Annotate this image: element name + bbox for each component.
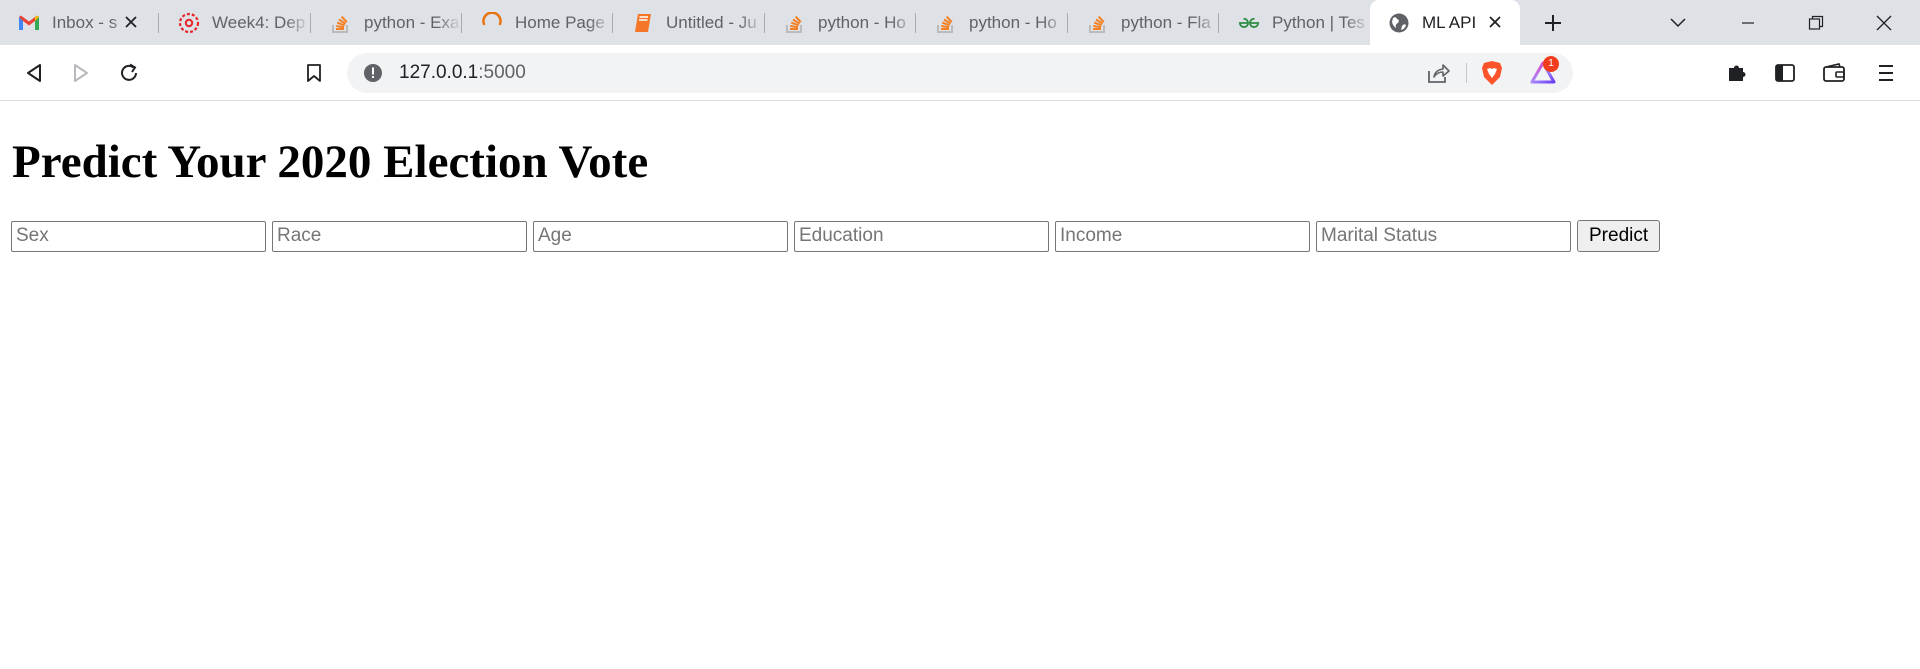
income-input[interactable] <box>1055 220 1310 252</box>
tab-stackoverflow-2[interactable]: python - Ho <box>766 0 916 45</box>
gmail-icon <box>18 12 40 34</box>
tab-title: python - Exa <box>364 12 460 32</box>
predict-button[interactable]: Predict <box>1577 220 1661 252</box>
tab-stackoverflow-1[interactable]: python - Exa <box>312 0 462 45</box>
url-text[interactable]: 127.0.0.1:5000 <box>399 53 526 93</box>
menu-icon[interactable] <box>1870 57 1902 89</box>
close-window-button[interactable] <box>1850 0 1918 45</box>
close-icon[interactable] <box>1484 11 1506 33</box>
new-tab-button[interactable] <box>1538 8 1568 38</box>
back-button[interactable] <box>18 57 50 89</box>
tab-separator <box>461 13 462 33</box>
forward-button[interactable] <box>65 57 97 89</box>
tab-stackoverflow-4[interactable]: python - Fla <box>1069 0 1219 45</box>
brave-rewards-icon[interactable]: 1 <box>1529 56 1559 87</box>
close-icon[interactable] <box>120 11 142 33</box>
globe-icon <box>1388 12 1410 34</box>
stackoverflow-icon <box>330 12 352 34</box>
url-host: 127.0.0.1 <box>399 62 479 83</box>
share-icon[interactable] <box>1424 59 1452 87</box>
browser-toolbar: 127.0.0.1:5000 1 <box>0 45 1920 101</box>
age-input[interactable] <box>533 220 788 252</box>
url-port: :5000 <box>478 62 526 83</box>
wallet-icon[interactable] <box>1818 57 1850 89</box>
tab-separator <box>915 13 916 33</box>
tab-stackoverflow-3[interactable]: python - Ho <box>917 0 1067 45</box>
tab-title: Python | Tes <box>1272 12 1365 32</box>
tab-geeksforgeeks[interactable]: Python | Tes <box>1220 0 1370 45</box>
tab-strip: Inbox - s Week4: Dep python - Exa Home P… <box>0 0 1920 45</box>
tab-separator <box>310 13 311 33</box>
bookmark-icon[interactable] <box>298 57 330 89</box>
tab-separator <box>612 13 613 33</box>
stackoverflow-icon <box>1087 12 1109 34</box>
prediction-form: Predict <box>11 220 1661 252</box>
reload-button[interactable] <box>113 57 145 89</box>
tab-week4[interactable]: Week4: Dep <box>160 0 310 45</box>
minimize-button[interactable] <box>1714 0 1782 45</box>
tab-separator <box>764 13 765 33</box>
tab-search-button[interactable] <box>1644 0 1712 45</box>
loading-spinner-icon <box>481 11 503 34</box>
restore-button[interactable] <box>1782 0 1850 45</box>
jupyter-book-icon <box>632 12 654 34</box>
sex-input[interactable] <box>11 220 266 252</box>
tab-title: python - Ho <box>969 12 1057 32</box>
brave-shields-icon[interactable] <box>1478 59 1506 87</box>
tab-ml-api[interactable]: ML API <box>1370 0 1520 45</box>
site-info-icon[interactable] <box>359 59 387 87</box>
tab-title: Inbox - s <box>52 12 118 32</box>
omnibox-divider <box>1466 63 1467 83</box>
stackoverflow-icon <box>784 12 806 34</box>
tab-title: ML API <box>1422 12 1477 32</box>
tab-title: Untitled - Ju <box>666 12 757 32</box>
marital-status-input[interactable] <box>1316 220 1571 252</box>
tab-separator <box>1067 13 1068 33</box>
education-input[interactable] <box>794 220 1049 252</box>
tab-title: Home Page <box>515 12 605 32</box>
tab-title: python - Fla <box>1121 12 1211 32</box>
tab-title: Week4: Dep <box>212 12 306 32</box>
rewards-badge: 1 <box>1543 56 1559 72</box>
canvas-icon <box>178 12 200 34</box>
geeksforgeeks-icon <box>1238 12 1260 34</box>
stackoverflow-icon <box>935 12 957 34</box>
tab-separator <box>1218 13 1219 33</box>
tab-separator <box>158 13 159 33</box>
extensions-icon[interactable] <box>1721 57 1753 89</box>
race-input[interactable] <box>272 220 527 252</box>
tab-gmail[interactable]: Inbox - s <box>0 0 152 45</box>
page-content: Predict Your 2020 Election Vote Predict <box>0 101 1920 669</box>
address-bar[interactable]: 127.0.0.1:5000 1 <box>347 53 1573 93</box>
sidebar-icon[interactable] <box>1769 57 1801 89</box>
page-title: Predict Your 2020 Election Vote <box>12 136 649 188</box>
tab-title: python - Ho <box>818 12 906 32</box>
tab-jupyter[interactable]: Untitled - Ju <box>614 0 764 45</box>
tab-home-page[interactable]: Home Page <box>463 0 613 45</box>
